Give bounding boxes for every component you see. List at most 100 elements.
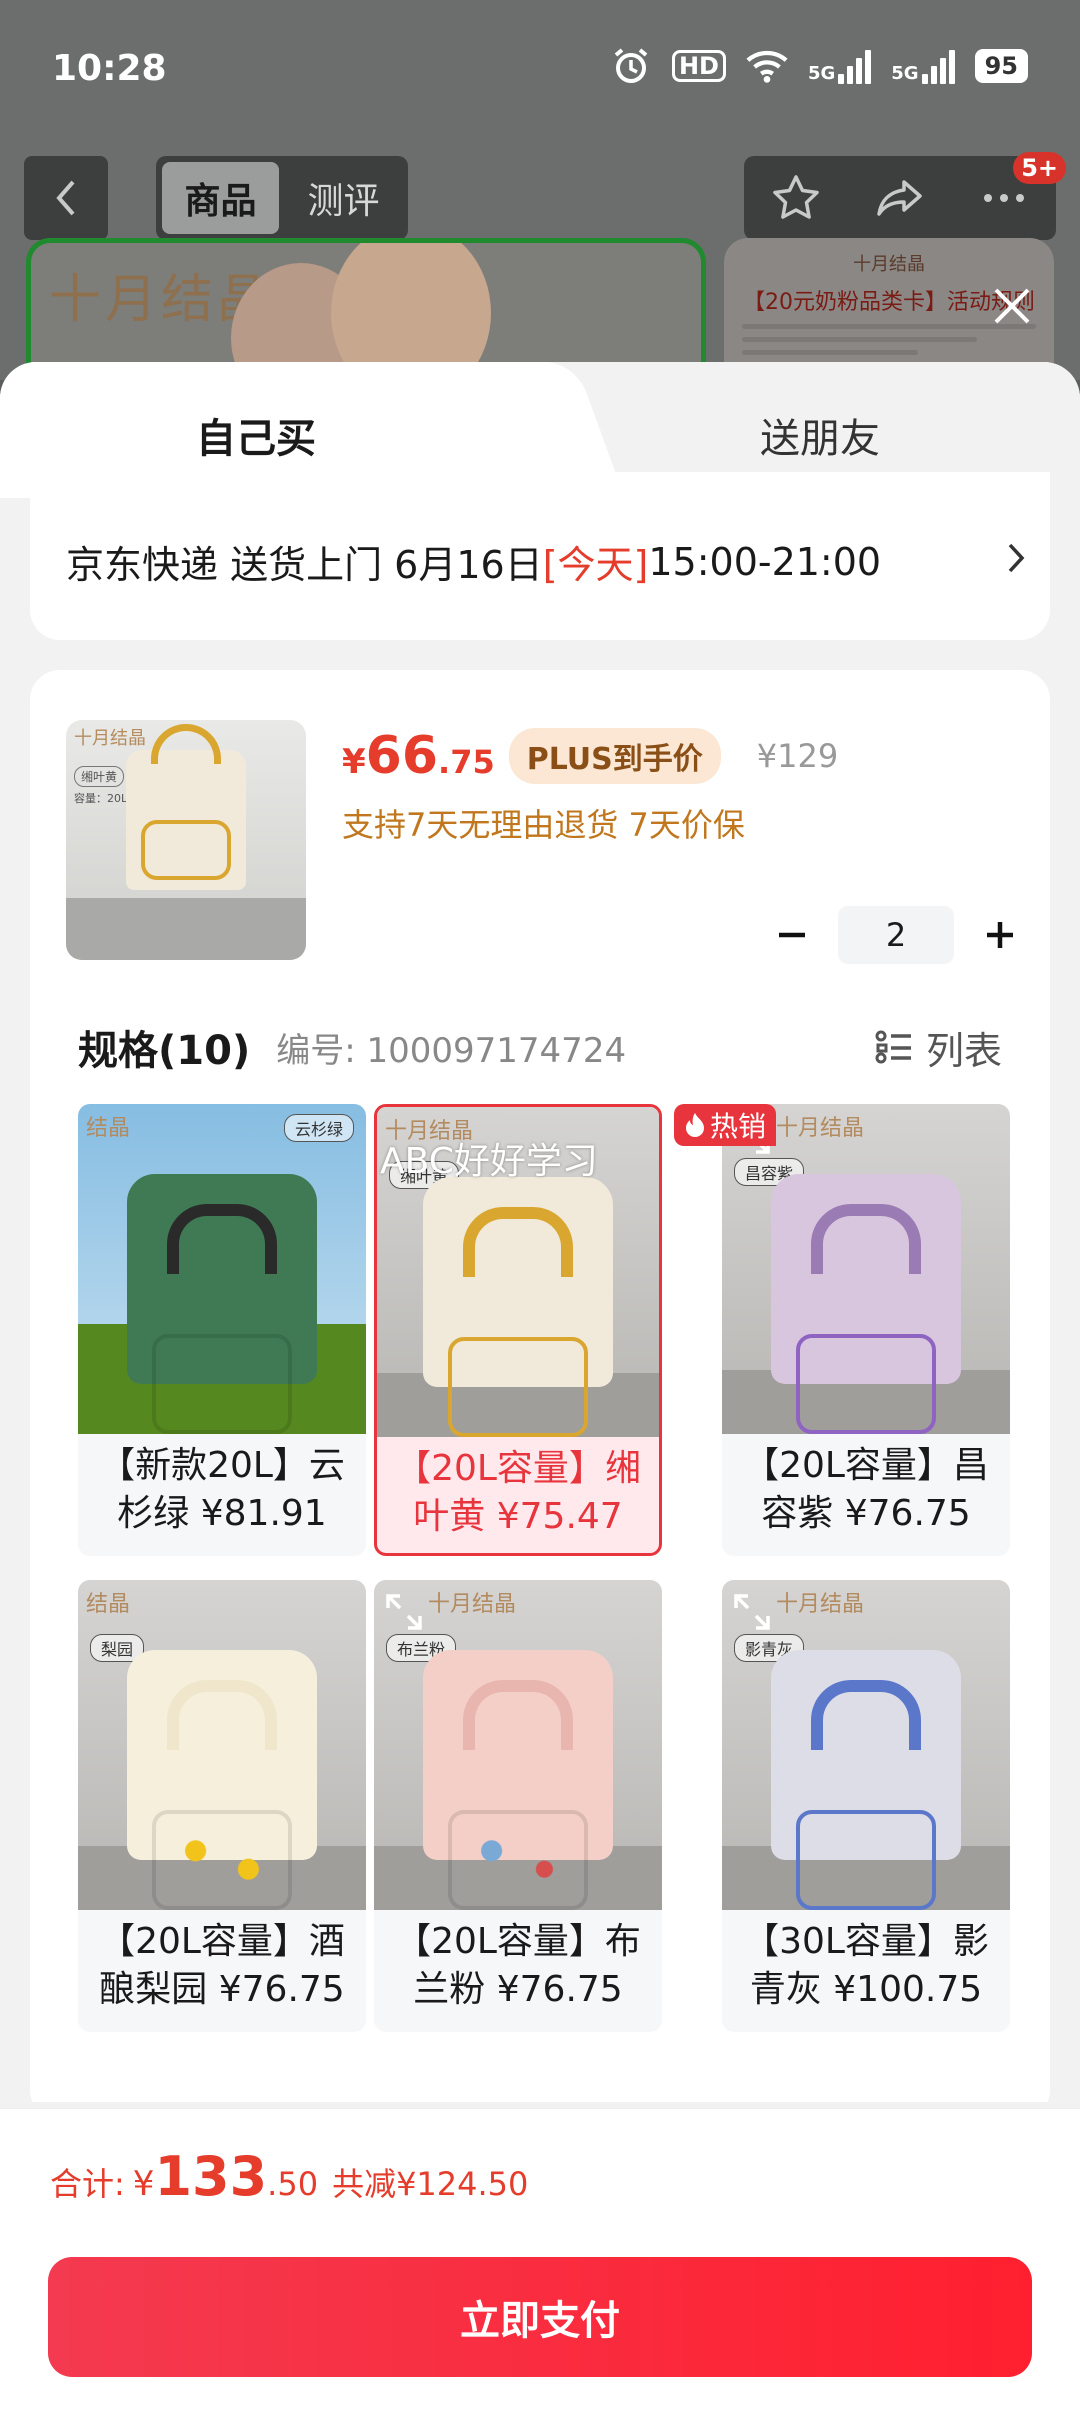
checkout-footer: 合计: ¥ 133 .50 共减¥124.50 立即支付 <box>0 2108 1080 2412</box>
alarm-icon <box>610 46 652 86</box>
minus-icon <box>779 932 805 938</box>
option-logo: 十月结晶 <box>776 1116 865 1141</box>
plus-price: ¥66.75 <box>342 726 495 786</box>
price-decimal: .75 <box>438 743 495 781</box>
hot-sale-badge: 热销 <box>674 1104 777 1146</box>
promo-text-line <box>742 350 919 355</box>
decrease-button[interactable] <box>764 907 820 963</box>
spec-header: 规格(10) 编号: 100097174724 列表 <box>78 1018 1002 1076</box>
service-guarantees[interactable]: 支持7天无理由退货 7天价保 <box>342 800 745 846</box>
close-button[interactable] <box>984 278 1040 334</box>
status-time: 10:28 <box>52 48 167 89</box>
option-image: 十月结晶 影青灰 <box>722 1580 1010 1910</box>
wifi-icon <box>746 46 788 86</box>
sheet-body: 京东快递 送货上门 6月16日 [今天] 15:00-21:00 十月结晶 缃叶… <box>0 472 1080 2102</box>
total-decimal: .50 <box>267 2165 319 2203</box>
promo-text-line <box>742 337 978 342</box>
total-label: 合计: <box>50 2165 125 2203</box>
spec-option[interactable]: 结晶 云杉绿 【新款20L】云杉绿 ¥81.91 <box>78 1104 366 1556</box>
pay-now-button[interactable]: 立即支付 <box>48 2257 1032 2377</box>
bag-handle <box>463 1207 573 1277</box>
message-badge: 5+ <box>1013 152 1066 184</box>
delivery-card[interactable]: 京东快递 送货上门 6月16日 [今天] 15:00-21:00 <box>30 472 1050 640</box>
bag-illustration <box>771 1650 961 1910</box>
option-image: 十月结晶 昌容紫 <box>722 1104 1010 1434</box>
option-label: 【新款20L】云杉绿 ¥81.91 <box>99 1445 345 1534</box>
spec-option[interactable]: 十月结晶 影青灰 【30L容量】影青灰 ¥100.75 <box>722 1580 1010 2032</box>
bag-handle <box>167 1204 277 1274</box>
network-type-2: 5G <box>891 63 919 84</box>
tab-gift-to-friend[interactable]: 送朋友 <box>760 406 880 464</box>
price-currency: ¥ <box>342 742 366 782</box>
spec-option[interactable]: 十月结晶 昌容紫 【20L容量】昌容紫 ¥76.75 <box>722 1104 1010 1556</box>
bag-handle <box>167 1680 277 1750</box>
spec-grid: 结晶 云杉绿 【新款20L】云杉绿 ¥81.91 十月结晶 缃叶黄 【20L容量… <box>78 1104 1032 2102</box>
bag-handle <box>811 1680 921 1750</box>
delivery-time: 15:00-21:00 <box>648 539 882 584</box>
option-logo: 结晶 <box>86 1116 131 1141</box>
quantity-input[interactable]: 2 <box>838 906 954 964</box>
total-row: 合计: ¥ 133 .50 共减¥124.50 <box>50 2145 528 2208</box>
bag-handle <box>463 1680 573 1750</box>
battery-icon: 95 <box>974 49 1028 83</box>
bag-pocket <box>796 1810 936 1910</box>
price-row: ¥66.75 PLUS到手价 ¥129 <box>342 726 838 786</box>
option-logo: 结晶 <box>86 1592 131 1617</box>
list-view-toggle[interactable]: 列表 <box>874 1020 1002 1075</box>
option-label: 【30L容量】影青灰 ¥100.75 <box>743 1921 989 2010</box>
status-icons: HD 5G 5G 95 <box>610 46 1028 86</box>
option-label: 【20L容量】酒酿梨园 ¥76.75 <box>99 1921 345 2010</box>
bag-illustration <box>127 1174 317 1434</box>
total-discount[interactable]: 共减¥124.50 <box>332 2159 528 2205</box>
purchase-sheet: 自己买 送朋友 京东快递 送货上门 6月16日 [今天] 15:00-21:00… <box>0 362 1080 2412</box>
hd-voice-icon: HD <box>671 50 726 82</box>
promo-brand: 十月结晶 <box>853 254 925 275</box>
expand-icon[interactable] <box>384 1592 424 1632</box>
bag-pocket <box>152 1334 292 1434</box>
option-image: 结晶 云杉绿 <box>78 1104 366 1434</box>
increase-button[interactable] <box>972 907 1028 963</box>
bag-pocket <box>152 1810 292 1910</box>
plus-price-badge: PLUS到手价 <box>508 728 721 784</box>
option-tag: 云杉绿 <box>283 1114 354 1142</box>
signal-2-icon: 5G <box>891 48 955 84</box>
nav-actions <box>744 156 1056 240</box>
delivery-row[interactable]: 京东快递 送货上门 6月16日 [今天] 15:00-21:00 <box>66 534 1026 589</box>
tab-reviews[interactable]: 测评 <box>285 162 402 234</box>
bag-pocket <box>141 820 231 880</box>
chevron-left-icon <box>56 180 75 216</box>
option-image: 结晶 梨园 <box>78 1580 366 1910</box>
tab-buy-for-self-label[interactable]: 自己买 <box>196 406 316 464</box>
signal-1-icon: 5G <box>808 48 872 84</box>
thumb-tag: 缃叶黄 <box>74 766 125 787</box>
expand-icon[interactable] <box>732 1592 772 1632</box>
price-integer: 66 <box>365 726 439 786</box>
bag-pocket <box>796 1334 936 1434</box>
list-icon <box>875 1030 911 1064</box>
flame-icon <box>686 1113 704 1137</box>
close-icon <box>994 288 1030 324</box>
bag-handle <box>151 724 221 764</box>
spec-option[interactable]: 结晶 梨园 【20L容量】酒酿梨园 ¥76.75 <box>78 1580 366 2032</box>
back-button[interactable] <box>24 156 108 240</box>
delivery-today: [今天] <box>542 543 649 587</box>
status-bar: 10:28 HD 5G 5G 95 <box>0 0 1080 140</box>
bag-illustration <box>126 724 246 890</box>
product-thumbnail[interactable]: 十月结晶 缃叶黄 容量：20L <box>66 720 306 960</box>
thumb-floor <box>66 898 306 960</box>
total-integer: 133 <box>154 2145 268 2208</box>
option-label: 【20L容量】布兰粉 ¥76.75 <box>395 1921 641 2010</box>
bag-illustration <box>771 1174 961 1434</box>
product-card: 十月结晶 缃叶黄 容量：20L ¥66.75 PLUS到手价 ¥129 支持7天… <box>30 670 1050 2102</box>
background-product-page: 10:28 HD 5G 5G 95 商品 测评 5+ 十月结晶 十月结晶 【20… <box>0 0 1080 388</box>
star-icon[interactable] <box>770 172 822 224</box>
tab-goods[interactable]: 商品 <box>162 162 279 234</box>
option-logo: 十月结晶 <box>428 1592 517 1617</box>
option-logo: 十月结晶 <box>776 1592 865 1617</box>
bag-illustration <box>423 1177 613 1437</box>
spec-option[interactable]: 十月结晶 布兰粉 【20L容量】布兰粉 ¥76.75 <box>374 1580 662 2032</box>
bag-handle <box>811 1204 921 1274</box>
page-tabs: 商品 测评 <box>156 156 408 240</box>
sku-number: 编号: 100097174724 <box>276 1030 627 1071</box>
share-icon[interactable] <box>874 172 926 224</box>
